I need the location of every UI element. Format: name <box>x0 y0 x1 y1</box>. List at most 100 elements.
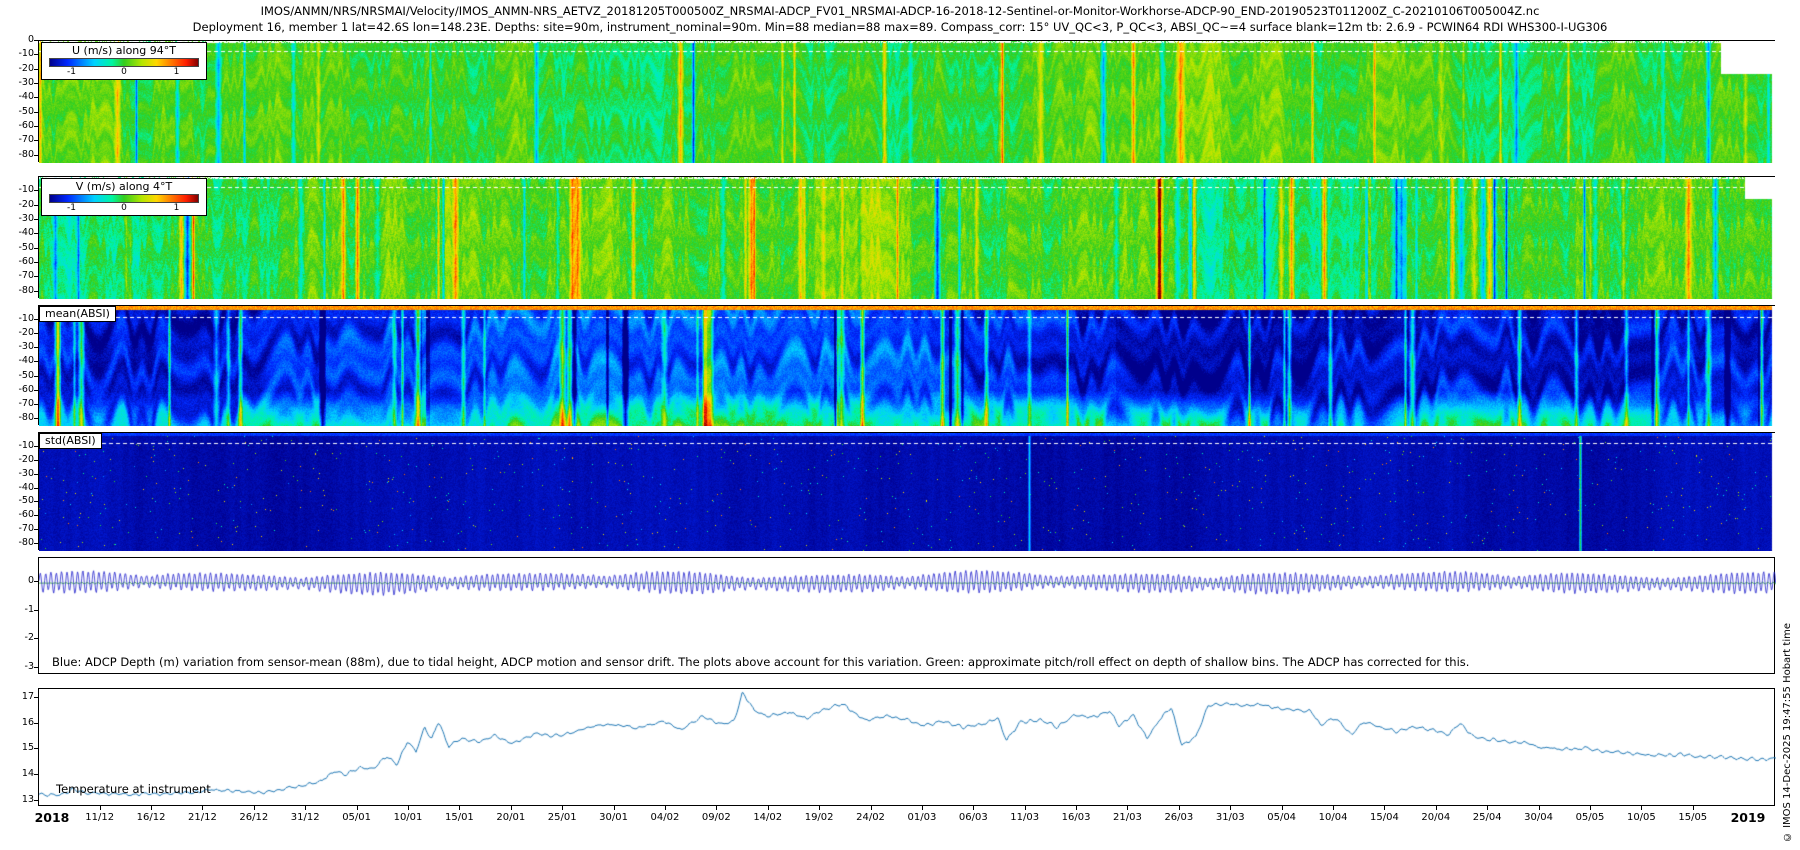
x-tick-mark <box>511 806 512 810</box>
x-tick-mark <box>1693 806 1694 810</box>
y-tick-label: -80 <box>6 149 34 161</box>
y-tick-mark <box>34 319 38 320</box>
mean-absi-label: mean(ABSI) <box>39 306 116 322</box>
y-tick-mark <box>34 112 38 113</box>
y-tick-mark <box>34 488 38 489</box>
x-tick-mark <box>202 806 203 810</box>
y-tick-mark <box>34 543 38 544</box>
y-tick-label: -10 <box>6 313 34 325</box>
y-tick-label: -3 <box>6 661 34 673</box>
x-tick-mark <box>716 806 717 810</box>
y-tick-label: 16 <box>6 717 34 729</box>
u-velocity-colorbar <box>49 58 199 67</box>
adcp-report-body: { "header": { "title_line1": "IMOS/ANMN/… <box>0 0 1800 850</box>
time-tick-label: 05/05 <box>1568 812 1612 823</box>
y-tick-mark <box>34 248 38 249</box>
x-tick-mark <box>1076 806 1077 810</box>
colorbar-tick-zero: 0 <box>121 203 127 213</box>
mean-plot-canvas <box>39 306 1776 426</box>
time-tick-label: 16/03 <box>1054 812 1098 823</box>
time-tick-label: 10/01 <box>386 812 430 823</box>
time-tick-label: 15/04 <box>1362 812 1406 823</box>
y-tick-mark <box>34 515 38 516</box>
time-tick-label: 21/03 <box>1105 812 1149 823</box>
y-tick-mark <box>34 97 38 98</box>
u-panel <box>38 40 1775 162</box>
std-absi-label: std(ABSI) <box>39 433 102 449</box>
y-tick-mark <box>34 501 38 502</box>
y-tick-label: -30 <box>6 341 34 353</box>
y-tick-mark <box>34 697 38 698</box>
u-velocity-colorbar-ticks: -1 0 1 <box>49 67 199 77</box>
time-tick-label: 31/03 <box>1208 812 1252 823</box>
time-tick-label: 20/01 <box>489 812 533 823</box>
y-tick-mark <box>34 219 38 220</box>
y-tick-label: 0 <box>6 34 34 46</box>
y-tick-mark <box>34 233 38 234</box>
y-tick-mark <box>34 333 38 334</box>
x-tick-mark <box>1641 806 1642 810</box>
y-tick-label: -30 <box>6 468 34 480</box>
x-tick-mark <box>871 806 872 810</box>
colorbar-tick-max: 1 <box>174 67 180 77</box>
x-tick-mark <box>665 806 666 810</box>
y-tick-mark <box>34 40 38 41</box>
std-plot-canvas <box>39 433 1776 551</box>
time-tick-label: 05/04 <box>1260 812 1304 823</box>
x-tick-mark <box>254 806 255 810</box>
y-tick-label: -80 <box>6 537 34 549</box>
depth-variation-caption: Blue: ADCP Depth (m) variation from sens… <box>52 655 1469 669</box>
y-tick-label: -30 <box>6 213 34 225</box>
colorbar-tick-min: -1 <box>67 67 76 77</box>
x-tick-mark <box>1487 806 1488 810</box>
y-tick-mark <box>34 800 38 801</box>
y-tick-mark <box>34 126 38 127</box>
time-tick-label: 06/03 <box>951 812 995 823</box>
y-tick-label: -20 <box>6 199 34 211</box>
y-tick-label: 14 <box>6 768 34 780</box>
u-velocity-legend-title: U (m/s) along 94°T <box>49 44 199 58</box>
y-tick-label: -70 <box>6 523 34 535</box>
y-tick-label: -40 <box>6 91 34 103</box>
y-tick-mark <box>34 205 38 206</box>
y-tick-mark <box>34 276 38 277</box>
y-tick-label: 0 <box>6 575 34 587</box>
colorbar-tick-zero: 0 <box>121 67 127 77</box>
v-velocity-legend: V (m/s) along 4°T -1 0 1 <box>41 178 207 216</box>
imos-copyright-watermark: © IMOS 14-Dec-2025 19:47:55 Hobart time <box>1782 623 1793 842</box>
y-tick-label: -60 <box>6 384 34 396</box>
y-tick-label: 13 <box>6 794 34 806</box>
x-tick-mark <box>973 806 974 810</box>
x-tick-mark <box>1333 806 1334 810</box>
x-tick-mark <box>357 806 358 810</box>
y-tick-mark <box>34 54 38 55</box>
y-tick-mark <box>34 723 38 724</box>
adcp-plot-page: IMOS/ANMN/NRS/NRSMAI/Velocity/IMOS_ANMN-… <box>0 0 1800 850</box>
y-tick-mark <box>34 361 38 362</box>
deployment-summary-title: Deployment 16, member 1 lat=42.6S lon=14… <box>0 20 1800 34</box>
y-tick-label: -40 <box>6 482 34 494</box>
u-plot-canvas <box>39 41 1776 163</box>
y-tick-mark <box>34 262 38 263</box>
y-tick-mark <box>34 376 38 377</box>
x-tick-mark <box>100 806 101 810</box>
x-tick-mark <box>1025 806 1026 810</box>
x-tick-mark <box>819 806 820 810</box>
y-tick-mark <box>34 390 38 391</box>
y-tick-mark <box>34 404 38 405</box>
year-label-end: 2019 <box>1726 810 1770 825</box>
x-tick-mark <box>408 806 409 810</box>
time-tick-label: 26/03 <box>1157 812 1201 823</box>
y-tick-label: -50 <box>6 106 34 118</box>
x-tick-mark <box>1590 806 1591 810</box>
time-tick-label: 14/02 <box>746 812 790 823</box>
temperature-label: Temperature at instrument <box>56 782 211 796</box>
y-tick-label: -70 <box>6 270 34 282</box>
y-tick-mark <box>34 774 38 775</box>
y-tick-label: -70 <box>6 134 34 146</box>
x-tick-mark <box>305 806 306 810</box>
y-tick-mark <box>34 748 38 749</box>
y-tick-mark <box>34 446 38 447</box>
v-velocity-colorbar-ticks: -1 0 1 <box>49 203 199 213</box>
x-tick-mark <box>151 806 152 810</box>
